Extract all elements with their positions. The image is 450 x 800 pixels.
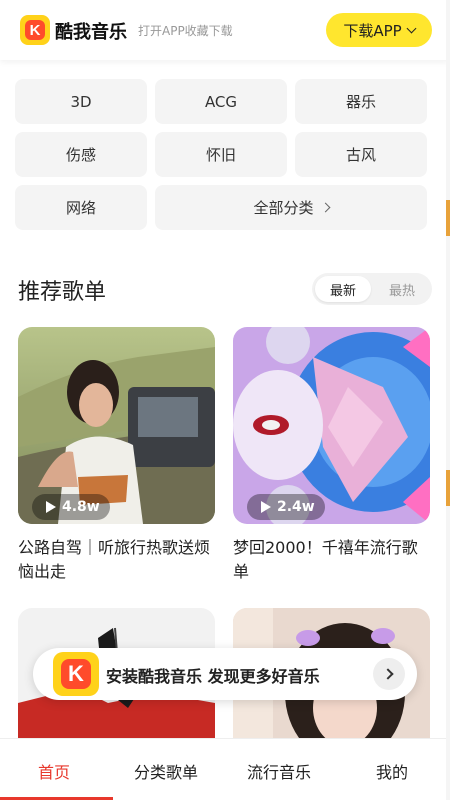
playlist-title[interactable]: 公路自驾｜听旅行热歌送烦恼出走 — [18, 536, 218, 584]
category-label: ACG — [204, 92, 238, 111]
sort-toggle: 最新 最热 — [312, 273, 432, 305]
tab-popular-music[interactable]: 流行音乐 — [247, 759, 311, 783]
playlist-card[interactable]: 4.8w — [18, 327, 215, 524]
tab-home[interactable]: 首页 — [38, 759, 70, 783]
app-name: 酷我音乐 — [55, 22, 127, 43]
category-label: 网络 — [65, 199, 96, 217]
header-slogan: 打开APP收藏下载 — [138, 24, 233, 38]
playlist-card[interactable]: 2.4w — [233, 327, 430, 524]
kuwo-logo-icon[interactable]: K — [20, 15, 50, 45]
category-internet[interactable]: 网络 — [15, 185, 147, 230]
logo-letter: K — [61, 659, 91, 689]
scrollbar-thumb[interactable] — [446, 200, 450, 236]
download-app-button[interactable]: 下载APP — [326, 13, 432, 47]
chevron-right-icon — [320, 202, 330, 213]
category-label: 全部分类 — [253, 199, 314, 217]
tab-mine[interactable]: 我的 — [376, 759, 408, 783]
playlist-title[interactable]: 梦回2000！千禧年流行歌单 — [233, 536, 433, 584]
play-count-badge: 2.4w — [247, 494, 325, 520]
scrollbar-track[interactable] — [446, 0, 450, 800]
play-count-badge: 4.8w — [32, 494, 110, 520]
bottom-tab-bar: 首页 分类歌单 流行音乐 我的 — [0, 738, 450, 800]
category-all-button[interactable]: 全部分类 — [155, 185, 427, 230]
chevron-right-icon — [381, 668, 394, 680]
logo-letter: K — [25, 20, 45, 40]
scrollbar-marker — [446, 470, 450, 506]
install-arrow-button[interactable] — [373, 658, 405, 690]
category-label: 伤感 — [65, 146, 96, 164]
category-label: 古风 — [345, 146, 376, 164]
install-banner-text: 安装酷我音乐 发现更多好音乐 — [106, 667, 320, 686]
category-sad[interactable]: 伤感 — [15, 132, 147, 177]
tab-hottest[interactable]: 最热 — [374, 276, 430, 302]
category-label: 怀旧 — [205, 146, 236, 164]
play-icon — [46, 501, 56, 513]
play-icon — [261, 501, 271, 513]
category-instrumental[interactable]: 器乐 — [295, 79, 427, 124]
category-nostalgic[interactable]: 怀旧 — [155, 132, 287, 177]
play-count: 4.8w — [62, 499, 100, 515]
chevron-down-icon — [406, 23, 417, 33]
download-app-label: 下载APP — [343, 21, 402, 40]
section-title: 推荐歌单 — [18, 280, 107, 305]
category-ancient-style[interactable]: 古风 — [295, 132, 427, 177]
category-3d[interactable]: 3D — [15, 79, 147, 124]
category-acg[interactable]: ACG — [155, 79, 287, 124]
category-label: 器乐 — [345, 93, 376, 111]
install-app-banner[interactable]: K 安装酷我音乐 发现更多好音乐 — [33, 648, 417, 700]
app-header: K 酷我音乐 打开APP收藏下载 下载APP — [0, 0, 450, 60]
category-label: 3D — [70, 92, 92, 111]
play-count: 2.4w — [277, 499, 315, 515]
tab-newest[interactable]: 最新 — [315, 276, 371, 302]
kuwo-logo-icon: K — [53, 652, 99, 696]
tab-category-playlists[interactable]: 分类歌单 — [134, 759, 198, 783]
